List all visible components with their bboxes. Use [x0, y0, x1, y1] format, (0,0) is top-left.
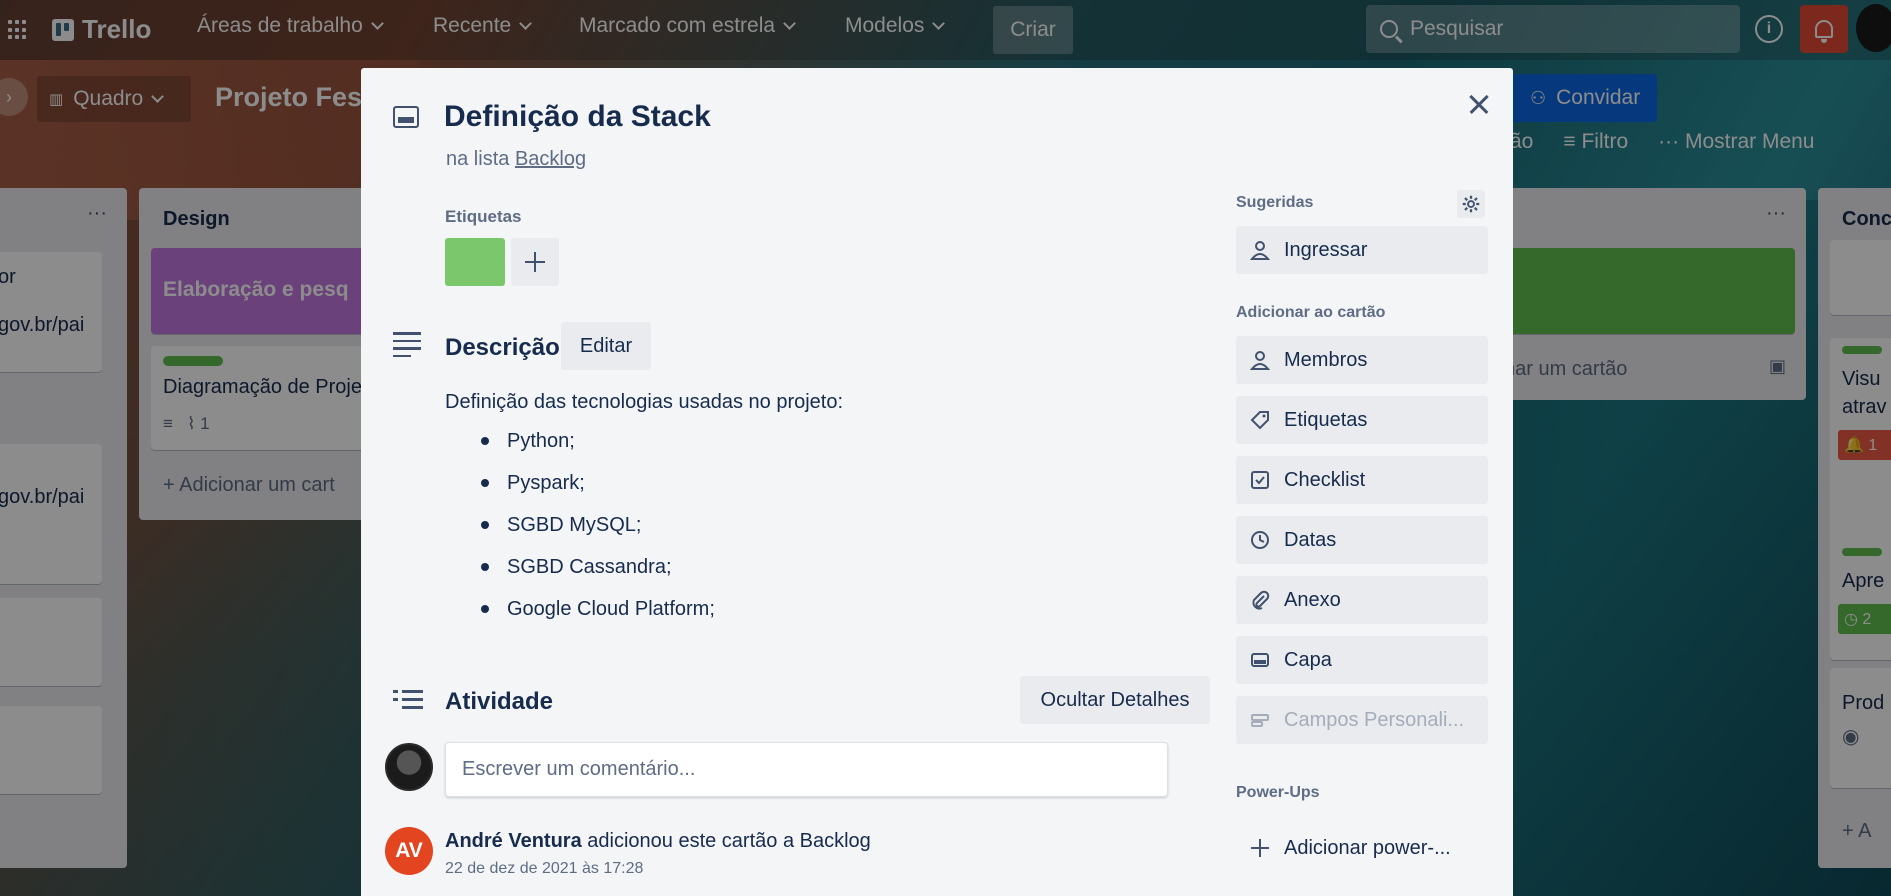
labels-label: Etiquetas: [1284, 408, 1368, 431]
custom-fields-icon: [1251, 714, 1269, 727]
description-item: Google Cloud Platform;: [481, 588, 715, 630]
add-powerup-label: Adicionar power-...: [1284, 836, 1451, 859]
tag-icon: [1250, 411, 1269, 430]
card-list-info: na lista Backlog: [446, 148, 586, 171]
checklist-icon: [1251, 471, 1269, 489]
card-title[interactable]: Definição da Stack: [444, 100, 711, 134]
join-button[interactable]: Ingressar: [1236, 226, 1488, 274]
cover-label: Capa: [1284, 648, 1332, 671]
members-button[interactable]: Membros: [1236, 336, 1488, 384]
attachment-button[interactable]: Anexo: [1236, 576, 1488, 624]
comment-input[interactable]: Escrever um comentário...: [445, 742, 1168, 797]
description-list: Python; Pyspark; SGBD MySQL; SGBD Cassan…: [481, 420, 715, 630]
description-item: SGBD MySQL;: [481, 504, 715, 546]
add-to-card-heading: Adicionar ao cartão: [1236, 304, 1386, 321]
checklist-label: Checklist: [1284, 468, 1366, 491]
current-user-avatar: [385, 743, 433, 791]
paperclip-icon: [1252, 590, 1270, 610]
cover-button[interactable]: Capa: [1236, 636, 1488, 684]
dates-button[interactable]: Datas: [1236, 516, 1488, 564]
members-label: Membros: [1284, 348, 1368, 371]
clock-icon: [1251, 531, 1269, 549]
description-intro: Definição das tecnologias usadas no proj…: [445, 391, 844, 413]
activity-user-avatar[interactable]: AV: [385, 827, 433, 875]
activity-icon: [393, 688, 423, 712]
comment-placeholder: Escrever um comentário...: [462, 758, 696, 780]
custom-fields-label: Campos Personali...: [1284, 708, 1465, 731]
labels-heading: Etiquetas: [445, 207, 522, 226]
list-prefix: na lista: [446, 148, 510, 170]
close-icon[interactable]: [1461, 86, 1497, 122]
suggested-heading: Sugeridas: [1236, 194, 1314, 211]
card-detail-modal: Definição da Stack na lista Backlog Etiq…: [361, 68, 1513, 896]
person-icon: [1250, 351, 1270, 370]
description-item: Pyspark;: [481, 462, 715, 504]
description-item: Python;: [481, 420, 715, 462]
activity-entry: André Ventura adicionou este cartão a Ba…: [445, 830, 871, 853]
add-label-button[interactable]: [511, 238, 559, 286]
activity-timestamp[interactable]: 22 de dez de 2021 às 17:28: [445, 860, 643, 878]
activity-heading: Atividade: [445, 688, 554, 715]
description-heading: Descrição: [445, 334, 560, 361]
list-link[interactable]: Backlog: [515, 148, 586, 170]
activity-user[interactable]: André Ventura: [445, 830, 582, 852]
cover-icon: [1251, 653, 1269, 667]
activity-action: adicionou este cartão a Backlog: [587, 830, 871, 852]
custom-fields-button[interactable]: Campos Personali...: [1236, 696, 1488, 744]
hide-details-button[interactable]: Ocultar Detalhes: [1020, 676, 1210, 724]
gear-icon[interactable]: [1457, 190, 1485, 218]
label-chip[interactable]: [445, 238, 505, 286]
edit-description-button[interactable]: Editar: [561, 322, 651, 370]
add-powerup-button[interactable]: Adicionar power-...: [1236, 826, 1488, 870]
dates-label: Datas: [1284, 528, 1337, 551]
person-icon: [1250, 241, 1270, 260]
powerups-heading: Power-Ups: [1236, 784, 1320, 801]
join-label: Ingressar: [1284, 238, 1368, 261]
description-icon: [393, 332, 421, 357]
checklist-button[interactable]: Checklist: [1236, 456, 1488, 504]
description-item: SGBD Cassandra;: [481, 546, 715, 588]
attachment-label: Anexo: [1284, 588, 1341, 611]
card-icon: [393, 106, 419, 128]
labels-button[interactable]: Etiquetas: [1236, 396, 1488, 444]
